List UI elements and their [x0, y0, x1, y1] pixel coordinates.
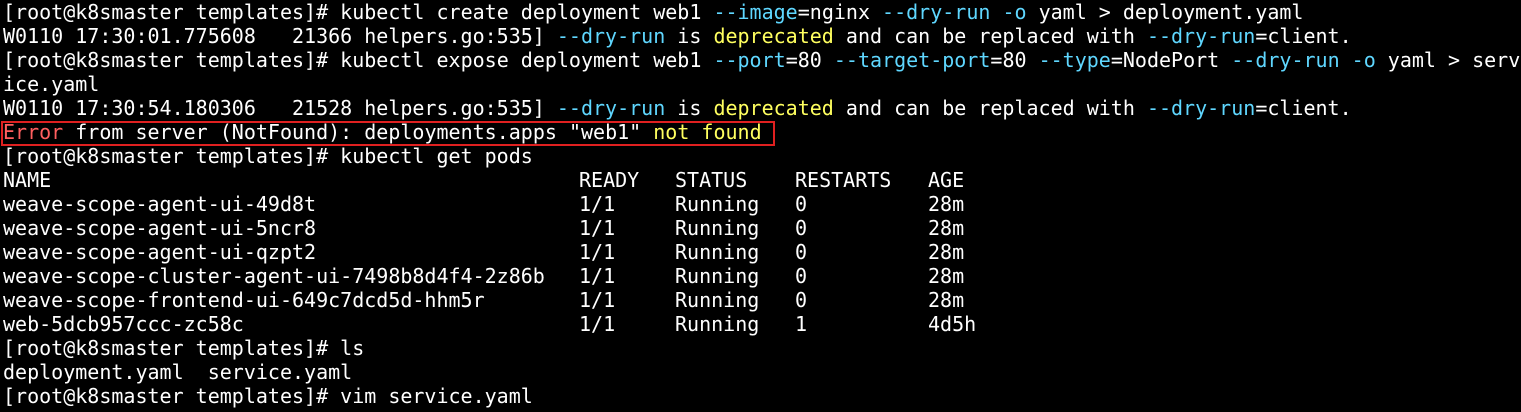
warning-text: and can be replaced with — [833, 24, 1147, 48]
table-row: web-5dcb957ccc-zc58c 1/1 Running 1 4d5h — [3, 312, 1521, 336]
table-row: weave-scope-agent-ui-qzpt2 1/1 Running 0… — [3, 240, 1521, 264]
pod-ready: 1/1 — [579, 240, 616, 264]
command-option: --dry-run — [556, 96, 666, 120]
pod-ready: 1/1 — [579, 192, 616, 216]
pod-restarts: 0 — [795, 216, 808, 240]
column-header-name: NAME — [3, 168, 52, 192]
table-row: weave-scope-agent-ui-49d8t 1/1 Running 0… — [3, 192, 1521, 216]
command-text: kubectl create deployment web1 — [340, 0, 714, 24]
pod-name: weave-scope-frontend-ui-649c7dcd5d-hhm5r — [3, 288, 485, 312]
pod-restarts: 1 — [795, 312, 808, 336]
shell-prompt: [root@k8smaster templates]# — [3, 0, 341, 24]
not-found-text: not found — [653, 120, 762, 144]
table-header-row: NAME READY STATUS RESTARTS AGE — [3, 168, 1521, 192]
error-line: Error from server (NotFound): deployment… — [3, 120, 1521, 144]
pod-name: weave-scope-agent-ui-qzpt2 — [3, 240, 317, 264]
command-option: --dry-run — [556, 24, 666, 48]
terminal-line: ice.yaml — [3, 72, 100, 96]
pod-age: 4d5h — [928, 312, 977, 336]
command-text: kubectl expose deployment web1 — [340, 48, 714, 72]
command-text: =nginx — [797, 0, 883, 24]
command-text: yaml > deployment.yaml — [1026, 0, 1304, 24]
pod-restarts: 0 — [795, 264, 808, 288]
pod-status: Running — [675, 240, 760, 264]
terminal-line: W0110 17:30:54.180306 21528 helpers.go:5… — [3, 96, 1521, 120]
warning-text: is — [665, 24, 714, 48]
pod-age: 28m — [928, 216, 965, 240]
column-header-ready: READY — [579, 168, 640, 192]
terminal-line: deployment.yaml service.yaml — [3, 360, 353, 384]
pod-ready: 1/1 — [579, 264, 616, 288]
command-text: =NodePort — [1110, 48, 1232, 72]
terminal-line: [root@k8smaster templates]# kubectl expo… — [3, 48, 1521, 72]
pod-age: 28m — [928, 192, 965, 216]
table-row: weave-scope-agent-ui-5ncr8 1/1 Running 0… — [3, 216, 1521, 240]
command-option: --dry-run -o — [1231, 48, 1376, 72]
pods-table: NAME READY STATUS RESTARTS AGE weave-sco… — [3, 168, 1521, 336]
command-text: [root@k8smaster templates]# vim service.… — [3, 384, 533, 408]
command-option: --dry-run — [1146, 96, 1256, 120]
command-option: --target-port — [833, 48, 991, 72]
pod-name: weave-scope-agent-ui-5ncr8 — [3, 216, 317, 240]
table-row: weave-scope-frontend-ui-649c7dcd5d-hhm5r… — [3, 288, 1521, 312]
pod-restarts: 0 — [795, 288, 808, 312]
warning-text: and can be replaced with — [833, 96, 1147, 120]
warning-text: is — [665, 96, 714, 120]
command-option: --dry-run — [1146, 24, 1256, 48]
command-option: --image — [713, 0, 798, 24]
pod-status: Running — [675, 312, 760, 336]
command-option: --type — [1038, 48, 1111, 72]
terminal-line: [root@k8smaster templates]# vim service.… — [3, 384, 1521, 408]
pod-restarts: 0 — [795, 240, 808, 264]
command-text: =80 — [785, 48, 834, 72]
pod-name: weave-scope-cluster-agent-ui-7498b8d4f4-… — [3, 264, 545, 288]
warning-text: W0110 17:30:01.775608 21366 helpers.go:5… — [3, 24, 557, 48]
column-header-restarts: RESTARTS — [795, 168, 892, 192]
error-label: Error — [3, 120, 64, 144]
pod-status: Running — [675, 216, 760, 240]
terminal-window[interactable]: [root@k8smaster templates]# kubectl crea… — [0, 0, 1521, 412]
pod-age: 28m — [928, 288, 965, 312]
warning-text: W0110 17:30:54.180306 21528 helpers.go:5… — [3, 96, 557, 120]
pod-age: 28m — [928, 264, 965, 288]
pod-name: web-5dcb957ccc-zc58c — [3, 312, 244, 336]
pod-status: Running — [675, 192, 760, 216]
pod-name: weave-scope-agent-ui-49d8t — [3, 192, 317, 216]
terminal-line: [root@k8smaster templates]# ls — [3, 336, 365, 360]
pod-restarts: 0 — [795, 192, 808, 216]
pod-status: Running — [675, 288, 760, 312]
deprecated-word: deprecated — [713, 96, 834, 120]
command-text: yaml > serv — [1375, 48, 1521, 72]
deprecated-word: deprecated — [713, 24, 834, 48]
shell-prompt: [root@k8smaster templates]# — [3, 48, 341, 72]
terminal-line: W0110 17:30:01.775608 21366 helpers.go:5… — [3, 24, 1521, 48]
pod-status: Running — [675, 264, 760, 288]
column-header-status: STATUS — [675, 168, 748, 192]
command-option: --port — [713, 48, 786, 72]
terminal-line: [root@k8smaster templates]# kubectl get … — [3, 144, 533, 168]
warning-text: =client. — [1255, 24, 1352, 48]
error-text: from server (NotFound): deployments.apps… — [63, 120, 654, 144]
terminal-line: [root@k8smaster templates]# kubectl crea… — [3, 0, 1521, 24]
pod-ready: 1/1 — [579, 216, 616, 240]
column-header-age: AGE — [928, 168, 965, 192]
table-row: weave-scope-cluster-agent-ui-7498b8d4f4-… — [3, 264, 1521, 288]
pod-age: 28m — [928, 240, 965, 264]
command-text: =80 — [990, 48, 1039, 72]
pod-ready: 1/1 — [579, 288, 616, 312]
command-option: --dry-run -o — [882, 0, 1027, 24]
warning-text: =client. — [1255, 96, 1352, 120]
pod-ready: 1/1 — [579, 312, 616, 336]
